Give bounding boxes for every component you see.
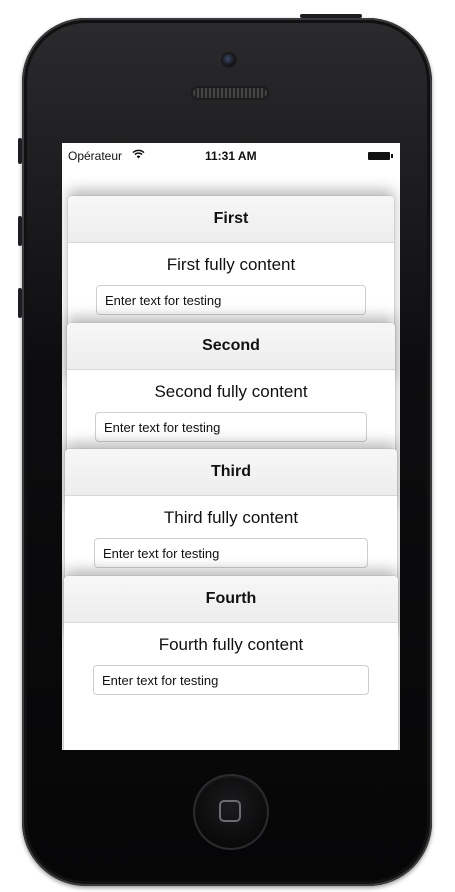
card-text-input[interactable]: [95, 412, 367, 442]
card-header[interactable]: First: [68, 196, 394, 243]
card-content-label: First fully content: [166, 255, 296, 274]
card-text-input[interactable]: [94, 538, 368, 568]
card-content-label: Second fully content: [154, 382, 308, 401]
wifi-icon: [132, 149, 145, 162]
battery-icon: [368, 152, 393, 160]
card-title: Third: [211, 463, 251, 480]
volume-up-button: [18, 216, 22, 246]
card-header[interactable]: Third: [65, 449, 397, 496]
card-title: Fourth: [205, 590, 257, 607]
status-bar: Opérateur 11:31 AM: [62, 143, 400, 171]
home-button-icon[interactable]: [195, 776, 267, 848]
front-camera: [223, 54, 235, 66]
card-title: Second: [202, 337, 260, 354]
card-content-label: Third fully content: [163, 508, 299, 527]
mute-switch: [18, 138, 22, 164]
screen: Opérateur 11:31 AM First First fully con…: [62, 143, 400, 750]
card-fourth[interactable]: Fourth Fourth fully content: [64, 576, 398, 750]
card-header[interactable]: Second: [67, 323, 395, 370]
earpiece-speaker: [193, 88, 267, 98]
card-header[interactable]: Fourth: [64, 576, 398, 623]
status-time: 11:31 AM: [205, 149, 257, 163]
card-text-input[interactable]: [93, 665, 369, 695]
home-square-icon: [219, 800, 241, 822]
carrier-label: Opérateur: [68, 149, 123, 163]
volume-down-button: [18, 288, 22, 318]
power-button: [300, 14, 362, 18]
card-text-input[interactable]: [96, 285, 366, 315]
card-title: First: [213, 210, 249, 227]
card-content-label: Fourth fully content: [158, 635, 304, 654]
